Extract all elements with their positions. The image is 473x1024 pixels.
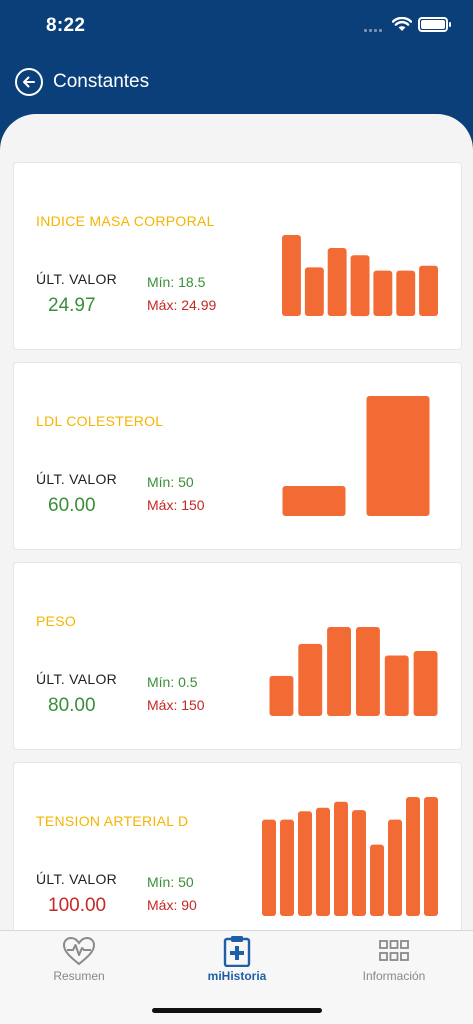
chart-bar bbox=[373, 270, 393, 316]
min-value: Mín: 50 bbox=[147, 874, 194, 890]
chart-bar bbox=[352, 810, 366, 916]
card-peso[interactable]: PESO ÚLT. VALOR 80.00 Mín: 0.5 Máx: 150 bbox=[13, 562, 462, 750]
max-value: Máx: 150 bbox=[147, 497, 205, 513]
last-value-label: ÚLT. VALOR bbox=[36, 471, 118, 487]
chart-bar bbox=[396, 270, 416, 316]
clipboard-plus-icon bbox=[223, 936, 251, 967]
chart-bar bbox=[384, 655, 409, 716]
navigation-bar: Constantes bbox=[0, 62, 473, 106]
last-value-label: ÚLT. VALOR bbox=[36, 271, 118, 287]
card-tension[interactable]: TENSION ARTERIAL D ÚLT. VALOR 100.00 Mín… bbox=[13, 762, 462, 930]
chart-bar bbox=[282, 235, 301, 316]
tab-informacion[interactable]: Información bbox=[315, 931, 473, 993]
bar-chart bbox=[282, 396, 430, 516]
battery-icon bbox=[418, 17, 451, 32]
tab-resumen[interactable]: Resumen bbox=[0, 931, 158, 993]
chart-bar bbox=[316, 807, 330, 916]
chart-bar bbox=[298, 643, 323, 716]
chart-bar bbox=[298, 811, 312, 916]
chart-bar bbox=[370, 844, 384, 916]
chart-bar bbox=[413, 651, 438, 716]
chart-bar bbox=[419, 265, 438, 316]
chart-bar bbox=[304, 267, 324, 316]
min-value: Mín: 18.5 bbox=[147, 274, 206, 290]
min-value: Mín: 0.5 bbox=[147, 674, 198, 690]
chart-bar bbox=[356, 627, 380, 716]
last-value: 60.00 bbox=[48, 495, 96, 516]
tab-label: Información bbox=[362, 969, 426, 983]
card-title: LDL COLESTEROL bbox=[36, 413, 164, 429]
tab-label: Resumen bbox=[53, 969, 105, 983]
bar-chart bbox=[262, 797, 438, 916]
max-value: Máx: 24.99 bbox=[147, 297, 217, 313]
back-button[interactable] bbox=[15, 68, 43, 96]
chart-bar bbox=[327, 248, 347, 316]
chart-bar bbox=[366, 396, 430, 516]
grid-icon bbox=[379, 940, 409, 961]
chart-bar bbox=[334, 801, 348, 916]
wifi-icon bbox=[392, 17, 412, 31]
chart-bar bbox=[350, 255, 370, 317]
card-imc[interactable]: INDICE MASA CORPORAL ÚLT. VALOR 24.97 Mí… bbox=[13, 162, 462, 350]
chart-bar bbox=[282, 486, 346, 516]
page-title: Constantes bbox=[53, 71, 150, 92]
last-value-label: ÚLT. VALOR bbox=[36, 871, 118, 887]
chart-bar bbox=[388, 819, 402, 916]
card-title: TENSION ARTERIAL D bbox=[36, 813, 189, 829]
tab-mihistoria[interactable]: miHistoria bbox=[158, 931, 316, 993]
last-value-label: ÚLT. VALOR bbox=[36, 671, 118, 687]
card-ldl[interactable]: LDL COLESTEROL ÚLT. VALOR 60.00 Mín: 50 … bbox=[13, 362, 462, 550]
chart-bar bbox=[424, 797, 438, 916]
cellular-signal-icon bbox=[364, 29, 386, 33]
chart-bar bbox=[269, 675, 294, 716]
last-value: 100.00 bbox=[48, 895, 107, 916]
last-value: 80.00 bbox=[48, 695, 96, 716]
last-value: 24.97 bbox=[48, 295, 96, 316]
chart-bar bbox=[280, 819, 294, 916]
status-time: 8:22 bbox=[46, 15, 86, 36]
card-title: INDICE MASA CORPORAL bbox=[36, 213, 215, 229]
status-bar: 8:22 bbox=[0, 0, 473, 52]
chart-bar bbox=[262, 819, 276, 916]
min-value: Mín: 50 bbox=[147, 474, 194, 490]
chart-bar bbox=[327, 627, 351, 716]
tab-label: miHistoria bbox=[207, 969, 267, 983]
max-value: Máx: 90 bbox=[147, 897, 197, 913]
arrow-left-icon bbox=[23, 76, 35, 88]
heart-pulse-icon bbox=[62, 936, 96, 966]
constants-list[interactable]: INDICE MASA CORPORAL ÚLT. VALOR 24.97 Mí… bbox=[0, 114, 473, 930]
bar-chart bbox=[269, 627, 438, 716]
card-title: PESO bbox=[36, 613, 77, 629]
bar-chart bbox=[282, 235, 438, 317]
max-value: Máx: 150 bbox=[147, 697, 205, 713]
home-indicator bbox=[152, 1008, 322, 1013]
chart-bar bbox=[406, 797, 420, 916]
